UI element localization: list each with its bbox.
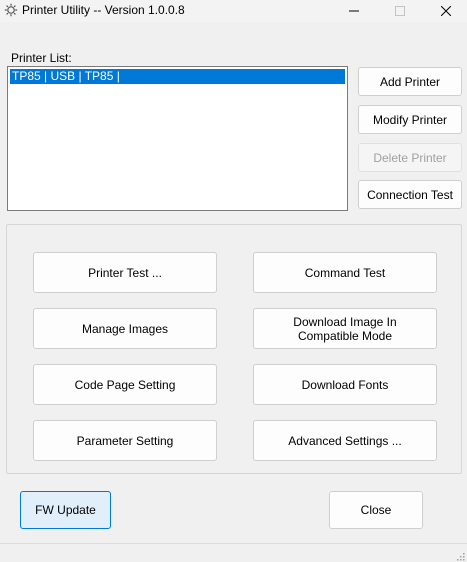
parameter-setting-button[interactable]: Parameter Setting xyxy=(33,420,217,461)
minimize-icon xyxy=(349,6,359,16)
maximize-icon xyxy=(395,6,405,16)
window-title: Printer Utility -- Version 1.0.0.8 xyxy=(22,3,185,17)
download-image-label-line1: Download Image In xyxy=(293,314,397,329)
close-icon xyxy=(441,6,451,16)
modify-printer-button[interactable]: Modify Printer xyxy=(358,105,462,134)
command-test-button[interactable]: Command Test xyxy=(253,252,437,293)
printer-test-button[interactable]: Printer Test ... xyxy=(33,252,217,293)
download-image-compatible-button[interactable]: Download Image In Compatible Mode xyxy=(253,308,437,349)
resize-grip-icon[interactable] xyxy=(455,550,465,561)
manage-images-button[interactable]: Manage Images xyxy=(33,308,217,349)
code-page-setting-button[interactable]: Code Page Setting xyxy=(33,364,217,405)
close-window-button[interactable] xyxy=(423,0,467,22)
list-item[interactable]: TP85 | USB | TP85 | xyxy=(10,69,345,84)
status-bar-divider xyxy=(0,543,467,544)
close-button[interactable]: Close xyxy=(329,491,423,529)
fw-update-button[interactable]: FW Update xyxy=(20,491,111,529)
connection-test-button[interactable]: Connection Test xyxy=(358,180,462,209)
title-bar: Printer Utility -- Version 1.0.0.8 xyxy=(0,0,467,22)
gear-icon xyxy=(4,3,18,17)
maximize-button[interactable] xyxy=(377,0,423,22)
printer-list-label: Printer List: xyxy=(11,51,72,65)
add-printer-button[interactable]: Add Printer xyxy=(358,67,462,96)
advanced-settings-button[interactable]: Advanced Settings ... xyxy=(253,420,437,461)
printer-listbox[interactable]: TP85 | USB | TP85 | xyxy=(7,66,348,211)
minimize-button[interactable] xyxy=(331,0,377,22)
download-image-label-line2: Compatible Mode xyxy=(297,328,393,343)
delete-printer-button[interactable]: Delete Printer xyxy=(358,143,462,172)
download-fonts-button[interactable]: Download Fonts xyxy=(253,364,437,405)
